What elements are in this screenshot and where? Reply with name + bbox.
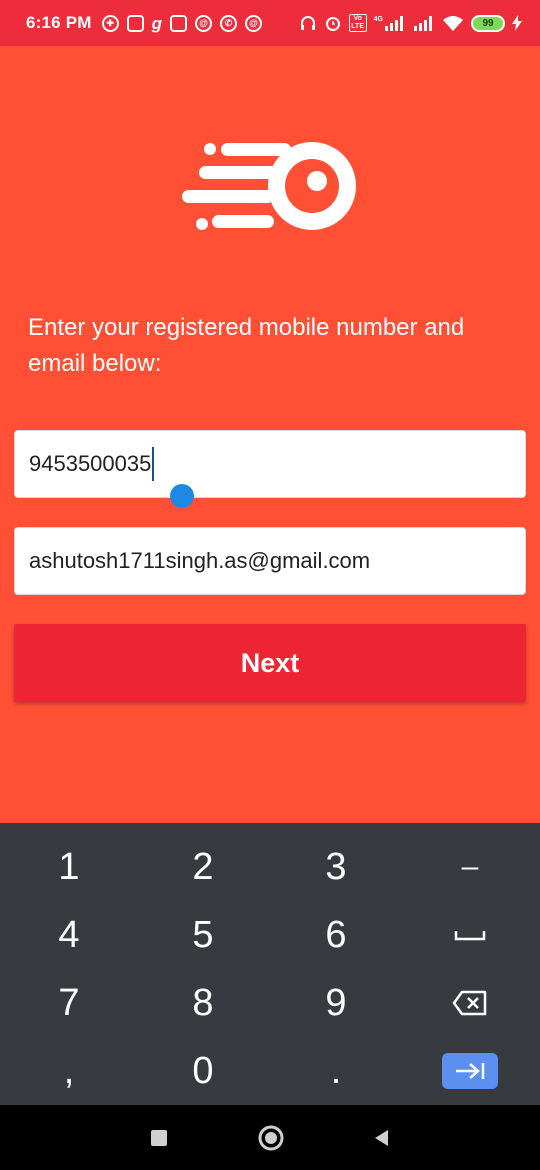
signal-icon [414, 16, 432, 31]
status-bar: 6:16 PM ✚ g @ ✆ @ Vo LTE 4G 99 [0, 0, 540, 46]
key-1[interactable]: 1 [9, 836, 129, 898]
network-type-label: 4G [373, 16, 383, 23]
wifi-icon [443, 16, 463, 31]
tab-icon [456, 1063, 485, 1079]
key-0[interactable]: 0 [143, 1040, 263, 1102]
at-icon: @ [245, 14, 263, 32]
key-4[interactable]: 4 [9, 904, 129, 966]
home-button[interactable] [241, 1105, 301, 1170]
alarm-icon [325, 17, 340, 31]
backspace-key[interactable] [410, 972, 530, 1034]
back-button[interactable] [351, 1105, 411, 1170]
news-icon [170, 14, 188, 32]
notification-icons: ✚ g @ ✆ @ [101, 13, 263, 33]
system-icons: Vo LTE 4G 99 [299, 14, 522, 32]
email-input[interactable]: ashutosh1711singh.as@gmail.com [14, 527, 526, 595]
numeric-keyboard: 1 2 3 – 4 5 6 7 8 9 , 0 . [0, 823, 540, 1105]
status-time: 6:16 PM [26, 13, 92, 32]
next-button[interactable]: Next [14, 624, 526, 702]
headphones-icon [300, 16, 315, 30]
signal-icon [385, 16, 403, 31]
key-3[interactable]: 3 [276, 836, 396, 898]
navigation-bar [0, 1105, 540, 1170]
key-6[interactable]: 6 [276, 904, 396, 966]
backspace-icon [452, 990, 487, 1016]
mobile-number-input[interactable]: 9453500035 [14, 430, 526, 498]
text-cursor [152, 447, 155, 481]
key-8[interactable]: 8 [143, 972, 263, 1034]
key-period[interactable]: . [276, 1040, 396, 1102]
recents-button[interactable] [129, 1105, 189, 1170]
charging-icon [512, 15, 522, 31]
tab-key[interactable] [410, 1040, 530, 1102]
key-comma[interactable]: , [9, 1040, 129, 1102]
recents-icon [151, 1129, 167, 1146]
g-icon: g [151, 13, 163, 33]
at-icon: @ [195, 14, 213, 32]
battery-icon: 99 [471, 14, 505, 32]
key-2[interactable]: 2 [143, 836, 263, 898]
tab-key-background [442, 1053, 498, 1089]
hotspot-icon: ✚ [101, 14, 119, 32]
space-key[interactable] [410, 904, 530, 966]
home-icon [258, 1125, 284, 1150]
whatsapp-icon: ✆ [220, 14, 238, 32]
instruction-text: Enter your registered mobile number and … [28, 314, 465, 377]
volte-icon: Vo LTE [348, 14, 367, 32]
cursor-handle[interactable] [170, 484, 194, 508]
space-icon [454, 931, 486, 941]
key-dash[interactable]: – [410, 836, 530, 898]
key-9[interactable]: 9 [276, 972, 396, 1034]
email-value: ashutosh1711singh.as@gmail.com [29, 548, 371, 573]
key-7[interactable]: 7 [9, 972, 129, 1034]
back-icon [375, 1129, 388, 1146]
key-5[interactable]: 5 [143, 904, 263, 966]
instagram-icon [126, 14, 144, 32]
mobile-number-value: 9453500035 [29, 451, 152, 476]
app-logo [182, 142, 356, 230]
